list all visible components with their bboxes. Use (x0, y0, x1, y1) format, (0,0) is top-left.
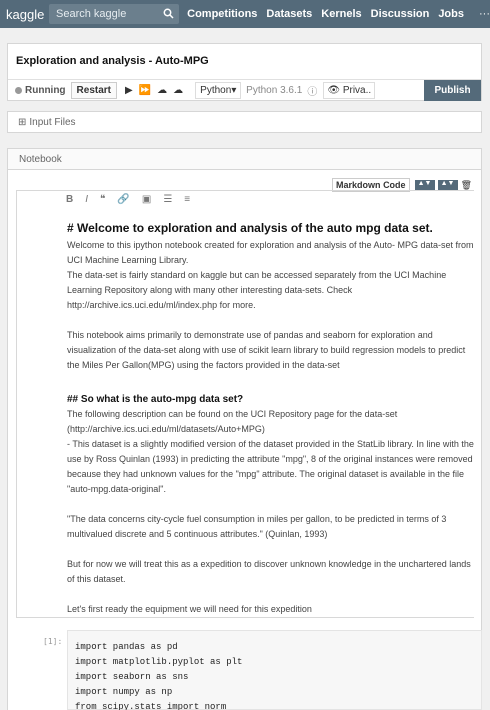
paragraph: Let's first ready the equipment we will … (67, 604, 312, 614)
tab-notebook[interactable]: Notebook (7, 148, 482, 170)
markdown-heading: # Welcome to exploration and analysis of… (67, 221, 433, 235)
input-files-panel[interactable]: ⊞ Input Files (7, 111, 482, 133)
run-controls: ▶ ⏩ ☁ ☁ (125, 85, 189, 96)
paragraph: This notebook aims primarily to demonstr… (67, 330, 466, 370)
markdown-subheading: ## So what is the auto-mpg data set? (67, 394, 244, 405)
chevron-down-icon: ▾ (231, 85, 237, 96)
paragraph: Welcome to this ipython notebook created… (67, 240, 474, 265)
link-icon[interactable]: 🔗 (117, 194, 129, 205)
code-line: import matplotlib.pyplot as plt (75, 657, 243, 667)
nav-competitions[interactable]: Competitions (187, 8, 257, 20)
bold-icon[interactable]: B (66, 194, 73, 205)
code-line: import numpy as np (75, 687, 173, 697)
move-up-icon[interactable]: ▲▼ (414, 180, 435, 190)
editor-header: Exploration and analysis - Auto-MPG Runn… (7, 43, 482, 101)
delete-cell-icon[interactable]: 🗑 (461, 180, 472, 191)
privacy-value: Priva.. (342, 85, 372, 96)
restart-button[interactable]: Restart (70, 82, 118, 99)
status-dot-icon (15, 87, 22, 94)
more-menu-icon[interactable]: ··· (479, 8, 490, 20)
paragraph: The data-set is fairly standard on kaggl… (67, 270, 447, 310)
language-value: Python (200, 85, 232, 96)
code-cell[interactable]: import pandas as pd import matplotlib.py… (67, 630, 482, 710)
main-nav: Competitions Datasets Kernels Discussion… (187, 8, 473, 20)
bullet-list-icon[interactable]: ☰ (163, 194, 172, 205)
privacy-select[interactable]: 👁 Priva.. (323, 82, 376, 99)
search-input[interactable]: Search kaggle (49, 4, 180, 24)
python-version: Python 3.6.1 (246, 85, 303, 96)
move-down-icon[interactable]: ▲▼ (437, 180, 458, 190)
code-line: import pandas as pd (75, 642, 178, 652)
numbered-list-icon[interactable]: ≡ (184, 194, 190, 205)
nav-kernels[interactable]: Kernels (321, 8, 361, 20)
cell-prompt: [1]: (43, 637, 63, 646)
expand-icon: ⊞ (18, 116, 27, 128)
quote-icon[interactable]: ❝ (100, 194, 105, 205)
code-line: from scipy.stats import norm (75, 702, 227, 710)
language-select[interactable]: Python ▾ (195, 82, 242, 99)
paragraph: The following description can be found o… (67, 409, 398, 434)
eye-icon: 👁 (327, 85, 341, 96)
paragraph: But for now we will treat this as a expe… (67, 559, 471, 584)
markdown-option[interactable]: Markdown (336, 180, 381, 190)
code-option[interactable]: Code (383, 180, 406, 190)
info-icon[interactable]: ⓘ (307, 83, 317, 98)
search-placeholder: Search kaggle (56, 8, 127, 20)
nav-jobs[interactable]: Jobs (438, 8, 464, 20)
search-icon[interactable] (163, 8, 174, 19)
italic-icon[interactable]: I (85, 194, 88, 205)
input-files-label: Input Files (29, 116, 76, 128)
run-all-icon[interactable]: ⏩ (139, 85, 151, 96)
kernel-title[interactable]: Exploration and analysis - Auto-MPG (16, 55, 209, 67)
nav-datasets[interactable]: Datasets (266, 8, 312, 20)
top-navbar: kaggle Search kaggle Competitions Datase… (0, 0, 490, 28)
cloud-upload-icon[interactable]: ☁ (157, 85, 167, 96)
kaggle-logo[interactable]: kaggle (6, 7, 44, 22)
markdown-content[interactable]: # Welcome to exploration and analysis of… (67, 220, 477, 617)
image-icon[interactable]: ▣ (142, 194, 151, 205)
paragraph: "The data concerns city-cycle fuel consu… (67, 514, 447, 539)
run-cell-icon[interactable]: ▶ (125, 85, 133, 96)
editor-toolbar: Running Restart ▶ ⏩ ☁ ☁ Python ▾ Python … (8, 79, 481, 101)
formatting-toolbar: B I ❝ 🔗 ▣ ☰ ≡ (66, 194, 202, 205)
nav-discussion[interactable]: Discussion (371, 8, 430, 20)
paragraph: - This dataset is a slightly modified ve… (67, 439, 474, 494)
code-line: import seaborn as sns (75, 672, 189, 682)
notebook-body: Markdown Code ▲▼ ▲▼ 🗑 B I ❝ 🔗 ▣ ☰ ≡ # We… (7, 170, 482, 710)
cloud-download-icon[interactable]: ☁ (173, 85, 183, 96)
status-label: Running (25, 85, 66, 96)
publish-button[interactable]: Publish (424, 80, 481, 101)
kernel-status: Running (15, 85, 66, 96)
